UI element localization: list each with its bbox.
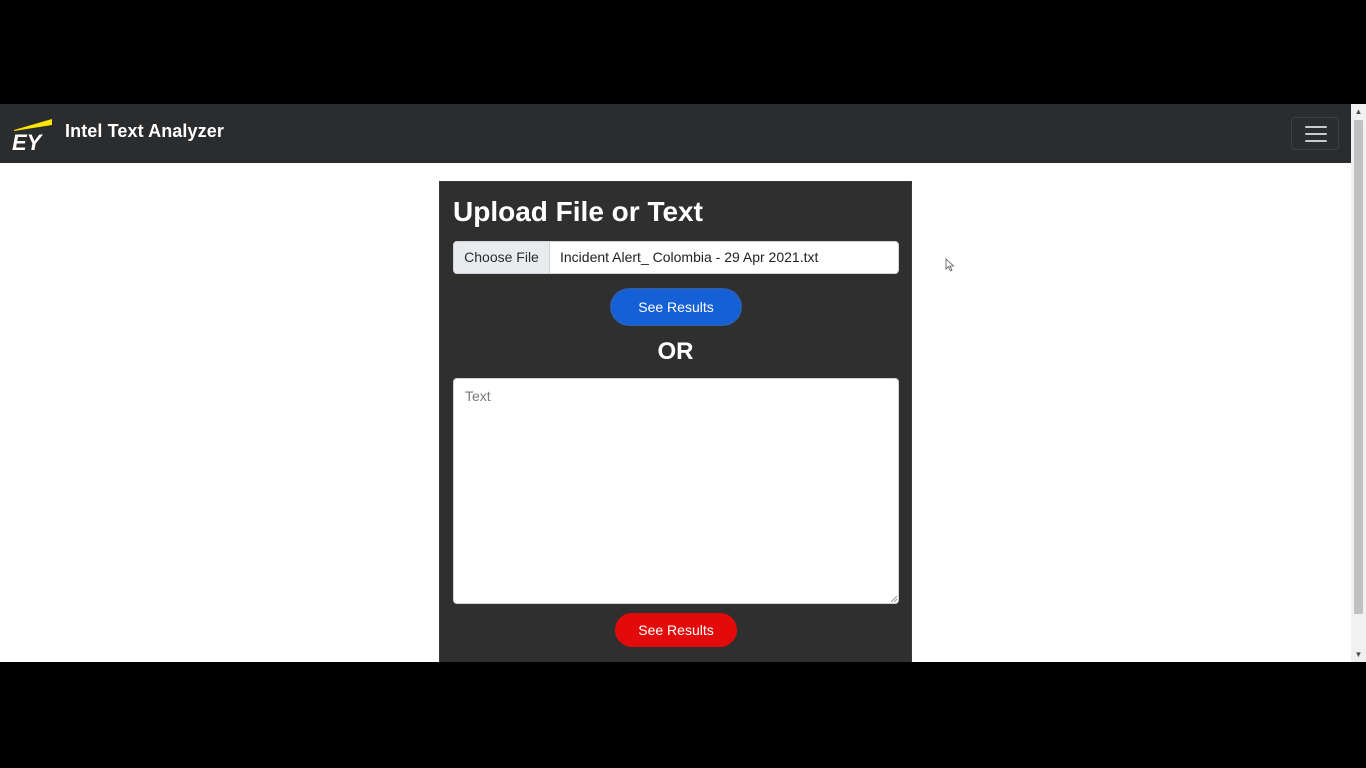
choose-file-button[interactable]: Choose File: [454, 242, 550, 273]
ey-logo[interactable]: EY: [12, 117, 54, 151]
see-results-text-button[interactable]: See Results: [615, 613, 737, 647]
text-input[interactable]: [453, 378, 899, 604]
card-title: Upload File or Text: [453, 196, 703, 227]
app-title[interactable]: Intel Text Analyzer: [65, 121, 224, 142]
or-separator: OR: [657, 338, 694, 365]
hamburger-menu-icon[interactable]: [1291, 117, 1339, 150]
browser-viewport: EY Intel Text Analyzer Upload File or Te…: [0, 104, 1366, 662]
vertical-scrollbar[interactable]: ▲ ▼: [1351, 104, 1366, 662]
file-input[interactable]: Choose File Incident Alert_ Colombia - 2…: [453, 241, 899, 274]
see-results-file-button[interactable]: See Results: [612, 290, 740, 324]
resize-grip-icon[interactable]: [890, 595, 898, 603]
upload-card: Upload File or Text Choose File Incident…: [439, 181, 912, 662]
navbar: EY Intel Text Analyzer: [0, 104, 1351, 163]
mouse-cursor-icon: [945, 258, 955, 272]
scroll-down-arrow-icon[interactable]: ▼: [1351, 647, 1366, 662]
scrollbar-thumb[interactable]: [1354, 120, 1363, 614]
scroll-up-arrow-icon[interactable]: ▲: [1351, 104, 1366, 119]
selected-file-name: Incident Alert_ Colombia - 29 Apr 2021.t…: [560, 249, 819, 265]
svg-text:EY: EY: [12, 130, 44, 151]
